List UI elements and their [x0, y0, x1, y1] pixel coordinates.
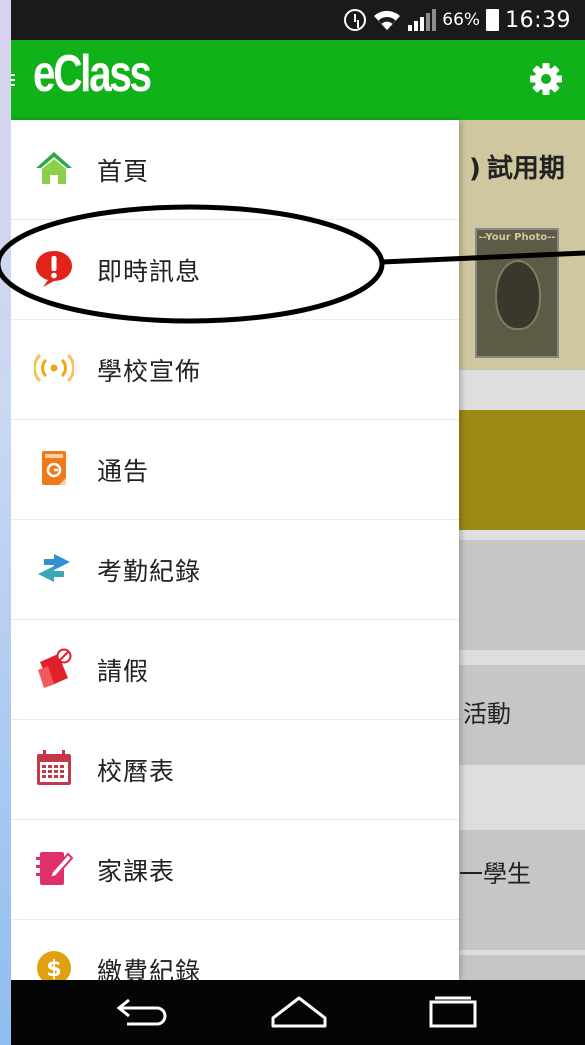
menu-item-instant-message[interactable]: 即時訊息: [11, 220, 459, 320]
signal-icon: [408, 9, 437, 31]
trial-text: ) 試用期: [469, 154, 565, 184]
content-card: [459, 540, 585, 650]
menu-item-homework[interactable]: 家課表: [11, 820, 459, 920]
attendance-icon: [38, 554, 70, 582]
profile-photo: --Your Photo--: [475, 228, 559, 358]
eclass-logo[interactable]: eClass: [33, 44, 152, 104]
app-bar: eClass: [11, 40, 585, 120]
menu-label: 請假: [97, 656, 150, 686]
message-alert-icon: [36, 251, 72, 287]
home-icon: [36, 152, 72, 184]
navigation-drawer: 首頁 即時訊息 學校宣佈 通告 考勤紀錄 請假 校曆表 家課表 $ 繳費紀錄: [11, 120, 459, 1020]
menu-label: 首頁: [97, 156, 150, 186]
menu-item-attendance[interactable]: 考勤紀錄: [11, 520, 459, 620]
recents-icon[interactable]: [425, 994, 481, 1030]
content-card: [459, 830, 585, 950]
clock: 16:39: [505, 7, 571, 33]
menu-label: 學校宣佈: [97, 356, 202, 386]
highlight-card: [459, 410, 585, 530]
menu-label: 校曆表: [97, 756, 176, 786]
svg-text:$: $: [46, 957, 61, 982]
homework-icon: [36, 852, 74, 885]
menu-item-leave[interactable]: 請假: [11, 620, 459, 720]
back-icon[interactable]: [115, 994, 171, 1030]
photo-label: --Your Photo--: [478, 232, 556, 243]
alarm-icon: [344, 9, 367, 31]
phone-screen: 66% 16:39 eClass ) 試用期 --Your Photo-- 活動…: [11, 0, 585, 1045]
menu-label: 考勤紀錄: [97, 556, 202, 586]
menu-item-school-news[interactable]: 學校宣佈: [11, 320, 459, 420]
menu-item-home[interactable]: 首頁: [11, 120, 459, 220]
menu-item-school-calendar[interactable]: 校曆表: [11, 720, 459, 820]
menu-label: 通告: [97, 456, 150, 486]
photo-placeholder-icon: [495, 260, 541, 330]
student-text: 一學生: [459, 860, 531, 888]
menu-label: 即時訊息: [97, 256, 202, 286]
wifi-icon: [374, 10, 401, 30]
system-nav-bar: [11, 980, 585, 1045]
status-bar: 66% 16:39: [11, 0, 585, 40]
leave-icon: [38, 648, 72, 688]
hamburger-icon[interactable]: [11, 74, 15, 88]
menu-label: 家課表: [97, 856, 176, 886]
battery-percent: 66%: [442, 10, 481, 30]
activity-text: 活動: [463, 700, 511, 728]
calendar-icon: [37, 750, 71, 785]
gear-icon[interactable]: [529, 62, 563, 96]
menu-item-notice[interactable]: 通告: [11, 420, 459, 520]
broadcast-icon: [34, 353, 74, 383]
battery-icon: [486, 9, 500, 31]
notice-icon: [42, 451, 66, 485]
home-nav-icon[interactable]: [269, 994, 329, 1030]
